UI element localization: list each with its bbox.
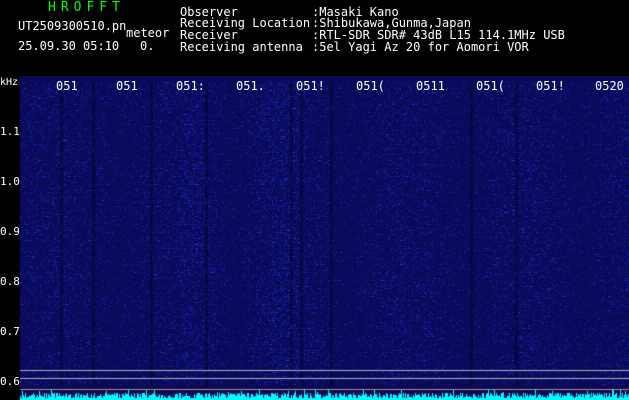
y-tick: 1.1 [0, 125, 20, 138]
datetime: 25.09.30 05:10 [18, 39, 120, 53]
y-tick: 0.6 [0, 375, 20, 388]
x-tick: 051( [476, 79, 505, 93]
info-value-antenna: :5el Yagi Az 20 for Aomori VOR [312, 40, 529, 54]
x-tick: 051! [536, 79, 565, 93]
info-key-antenna: Receiving antenna [180, 40, 303, 54]
y-tick: 0.8 [0, 275, 20, 288]
spectrogram-canvas [0, 76, 629, 400]
x-tick: 051 [116, 79, 138, 93]
x-tick: 0511 [416, 79, 445, 93]
y-tick: 1.0 [0, 175, 20, 188]
y-unit-label: kHz [0, 77, 19, 88]
meteor-label: meteor [126, 26, 170, 40]
x-tick: 051! [296, 79, 325, 93]
x-tick: 051: [176, 79, 205, 93]
y-tick: 0.9 [0, 225, 20, 238]
x-tick: 0520 [595, 79, 624, 93]
y-tick: 0.7 [0, 325, 20, 338]
app-title: HROFFT [48, 0, 125, 15]
x-tick: 051( [356, 79, 385, 93]
x-tick: 051 [56, 79, 78, 93]
meteor-count: 0. [140, 39, 155, 53]
file-name: UT2509300510.pn [18, 19, 127, 33]
x-tick: 051. [236, 79, 265, 93]
